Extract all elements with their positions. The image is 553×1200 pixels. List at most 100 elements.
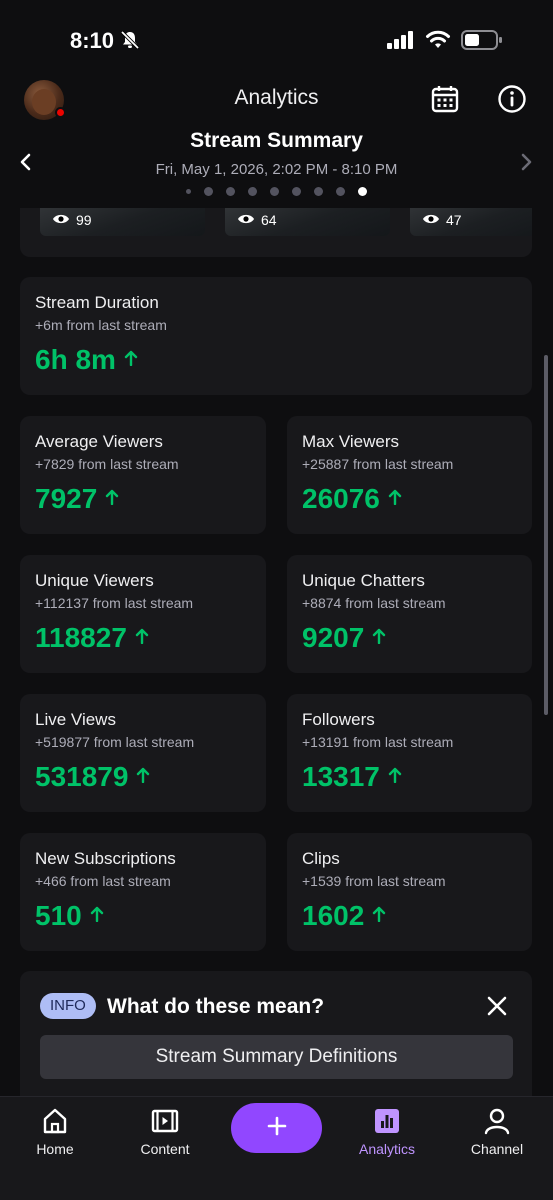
video-content-icon <box>150 1107 180 1140</box>
stat-card-clips: Clips +1539 from last stream 1602 <box>287 833 532 951</box>
summary-scroll-area[interactable]: 99 64 47 Stream Duration +6m from last s… <box>0 208 553 1096</box>
nav-content[interactable]: Content <box>115 1097 215 1167</box>
stat-label: Followers <box>302 710 375 729</box>
page-dot[interactable] <box>186 189 191 194</box>
stat-card-unique-viewers: Unique Viewers +112137 from last stream … <box>20 555 266 673</box>
stat-label: Max Viewers <box>302 432 399 451</box>
arrow-up-icon <box>90 906 104 927</box>
stat-change: +7829 from last stream <box>35 456 179 472</box>
arrow-up-icon <box>388 767 402 788</box>
calendar-icon[interactable] <box>430 84 460 119</box>
arrow-up-icon <box>124 350 138 371</box>
stat-value: 7927 <box>35 483 98 514</box>
arrow-up-icon <box>388 489 402 510</box>
summary-title: Stream Summary <box>190 129 363 152</box>
page-dot[interactable] <box>292 187 301 196</box>
clip-thumbnail[interactable]: 99 <box>40 208 205 236</box>
clip-thumbnail[interactable]: 64 <box>225 208 390 236</box>
page-dot-active[interactable] <box>358 187 367 196</box>
nav-home-label: Home <box>36 1141 74 1157</box>
info-card: INFO What do these mean? Stream Summary … <box>20 971 532 1096</box>
stream-summary-definitions-button[interactable]: Stream Summary Definitions <box>40 1035 513 1079</box>
nav-analytics[interactable]: Analytics <box>337 1097 437 1167</box>
stat-label: Clips <box>302 849 340 868</box>
arrow-up-icon <box>105 489 119 510</box>
stat-value: 1602 <box>302 900 365 931</box>
arrow-up-icon <box>136 767 150 788</box>
page-indicator <box>0 187 553 196</box>
stat-change: +466 from last stream <box>35 873 171 889</box>
stat-change: +1539 from last stream <box>302 873 446 889</box>
clip-thumbnail[interactable]: 47 <box>410 208 532 236</box>
nav-home[interactable]: Home <box>5 1097 105 1167</box>
info-badge: INFO <box>40 993 96 1019</box>
stat-value: 118827 <box>35 622 127 653</box>
wifi-icon <box>425 30 451 55</box>
stat-label: Live Views <box>35 710 116 729</box>
page-dot[interactable] <box>248 187 257 196</box>
page-title: Analytics <box>234 86 319 109</box>
scrollbar[interactable] <box>544 355 548 715</box>
analytics-chart-icon <box>373 1107 401 1140</box>
close-icon[interactable] <box>485 994 509 1023</box>
page-dot[interactable] <box>314 187 323 196</box>
chevron-left-icon[interactable] <box>18 151 34 178</box>
eye-icon <box>237 212 255 228</box>
stat-card-unique-chatters: Unique Chatters +8874 from last stream 9… <box>287 555 532 673</box>
chevron-right-icon[interactable] <box>518 151 534 178</box>
stat-label: Stream Duration <box>35 293 159 312</box>
nav-channel-label: Channel <box>470 1141 524 1157</box>
stat-value: 531879 <box>35 761 129 792</box>
page-dot[interactable] <box>226 187 235 196</box>
info-icon[interactable] <box>497 84 527 119</box>
home-icon <box>41 1107 69 1140</box>
stat-label: Average Viewers <box>35 432 163 451</box>
status-time: 8:10 <box>70 28 115 53</box>
stat-change: +519877 from last stream <box>35 734 195 750</box>
stat-label: New Subscriptions <box>35 849 176 868</box>
stat-card-average-viewers: Average Viewers +7829 from last stream 7… <box>20 416 266 534</box>
summary-date-range: Fri, May 1, 2026, 2:02 PM - 8:10 PM <box>155 161 398 178</box>
stat-label: Unique Viewers <box>35 571 154 590</box>
clip-views: 64 <box>261 212 277 228</box>
eye-icon <box>52 212 70 228</box>
top-clips-card: 99 64 47 <box>20 208 532 257</box>
status-bar: 8:10 <box>0 0 553 80</box>
nav-analytics-label: Analytics <box>358 1141 416 1157</box>
stat-card-stream-duration: Stream Duration +6m from last stream 6h … <box>20 277 532 395</box>
nav-channel[interactable]: Channel <box>447 1097 547 1167</box>
stat-card-new-subscriptions: New Subscriptions +466 from last stream … <box>20 833 266 951</box>
silent-bell-icon <box>120 30 140 55</box>
stat-card-followers: Followers +13191 from last stream 13317 <box>287 694 532 812</box>
stat-value: 9207 <box>302 622 365 653</box>
stat-label: Unique Chatters <box>302 571 425 590</box>
cellular-signal-icon <box>387 31 415 54</box>
stat-value: 26076 <box>302 483 380 514</box>
stat-change: +112137 from last stream <box>35 595 194 611</box>
arrow-up-icon <box>372 906 386 927</box>
stat-change: +25887 from last stream <box>302 456 454 472</box>
clip-views: 99 <box>76 212 92 228</box>
arrow-up-icon <box>135 628 149 649</box>
stat-card-max-viewers: Max Viewers +25887 from last stream 2607… <box>287 416 532 534</box>
info-heading: What do these mean? <box>107 995 325 1018</box>
create-plus-button[interactable] <box>231 1103 322 1153</box>
user-profile-icon <box>483 1107 511 1140</box>
stat-value: 510 <box>35 900 82 931</box>
stat-value: 13317 <box>302 761 380 792</box>
page-dot[interactable] <box>270 187 279 196</box>
stat-card-live-views: Live Views +519877 from last stream 5318… <box>20 694 266 812</box>
page-dot[interactable] <box>204 187 213 196</box>
stat-change: +6m from last stream <box>35 317 167 333</box>
eye-icon <box>422 212 440 228</box>
page-dot[interactable] <box>336 187 345 196</box>
stat-change: +8874 from last stream <box>302 595 446 611</box>
stat-change: +13191 from last stream <box>302 734 454 750</box>
nav-content-label: Content <box>140 1141 190 1157</box>
arrow-up-icon <box>372 628 386 649</box>
clip-views: 47 <box>446 212 462 228</box>
bottom-nav: Home Content Analytics Channel <box>0 1096 553 1200</box>
plus-icon <box>266 1115 288 1142</box>
stat-value: 6h 8m <box>35 344 116 375</box>
battery-icon <box>461 30 503 55</box>
